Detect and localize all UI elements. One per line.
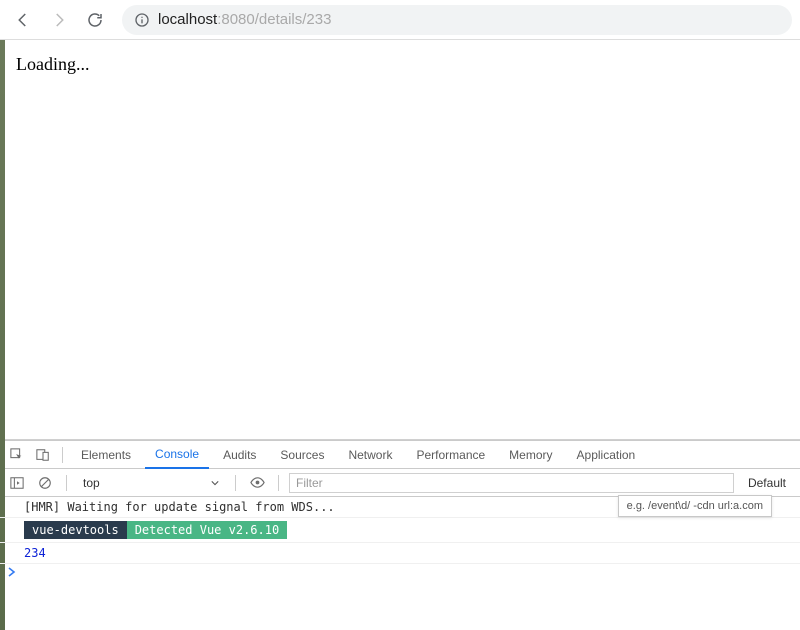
chevron-down-icon: [211, 479, 219, 487]
live-expression-button[interactable]: [246, 472, 268, 494]
divider: [278, 475, 279, 491]
vue-devtools-badge: vue-devtools: [24, 521, 127, 539]
devtools-tabbar: Elements Console Audits Sources Network …: [0, 441, 800, 469]
console-sidebar-toggle[interactable]: [6, 472, 28, 494]
console-toolbar: top Default: [0, 469, 800, 497]
info-icon: [134, 12, 150, 28]
tab-memory[interactable]: Memory: [499, 441, 562, 469]
tab-console[interactable]: Console: [145, 441, 209, 469]
arrow-left-icon: [14, 11, 32, 29]
vue-detected-badge: Detected Vue v2.6.10: [127, 521, 288, 539]
clear-icon: [38, 476, 52, 490]
url-rest: :8080/details/233: [217, 11, 331, 28]
back-button[interactable]: [8, 5, 38, 35]
context-selector[interactable]: top: [77, 473, 225, 493]
url-text: localhost:8080/details/233: [158, 11, 331, 28]
inspect-icon: [10, 448, 24, 462]
sidebar-icon: [10, 476, 24, 490]
url-host: localhost: [158, 11, 217, 28]
tab-application[interactable]: Application: [567, 441, 646, 469]
clear-console-button[interactable]: [34, 472, 56, 494]
filter-tooltip: e.g. /event\d/ -cdn url:a.com: [618, 495, 772, 517]
inspect-button[interactable]: [6, 444, 28, 466]
context-label: top: [83, 476, 100, 490]
device-toggle-button[interactable]: [32, 444, 54, 466]
tab-performance[interactable]: Performance: [406, 441, 495, 469]
tab-elements[interactable]: Elements: [71, 441, 141, 469]
console-body: e.g. /event\d/ -cdn url:a.com [HMR] Wait…: [0, 497, 800, 580]
console-prompt[interactable]: [0, 564, 800, 580]
divider: [235, 475, 236, 491]
divider: [62, 447, 63, 463]
device-icon: [36, 448, 50, 462]
reload-icon: [86, 11, 104, 29]
tab-audits[interactable]: Audits: [213, 441, 266, 469]
reload-button[interactable]: [80, 5, 110, 35]
prompt-icon: [8, 567, 16, 577]
page-content: Loading...: [0, 40, 800, 440]
console-message: 234: [0, 543, 800, 564]
arrow-right-icon: [50, 11, 68, 29]
divider: [66, 475, 67, 491]
loading-text: Loading...: [16, 54, 784, 75]
tab-network[interactable]: Network: [338, 441, 402, 469]
console-message: vue-devtools Detected Vue v2.6.10: [0, 518, 800, 543]
browser-toolbar: localhost:8080/details/233: [0, 0, 800, 40]
forward-button[interactable]: [44, 5, 74, 35]
address-bar[interactable]: localhost:8080/details/233: [122, 5, 792, 35]
devtools-panel: Elements Console Audits Sources Network …: [0, 440, 800, 580]
eye-icon: [250, 475, 265, 490]
log-level-selector[interactable]: Default: [740, 476, 794, 490]
tab-sources[interactable]: Sources: [270, 441, 334, 469]
filter-input[interactable]: [289, 473, 734, 493]
